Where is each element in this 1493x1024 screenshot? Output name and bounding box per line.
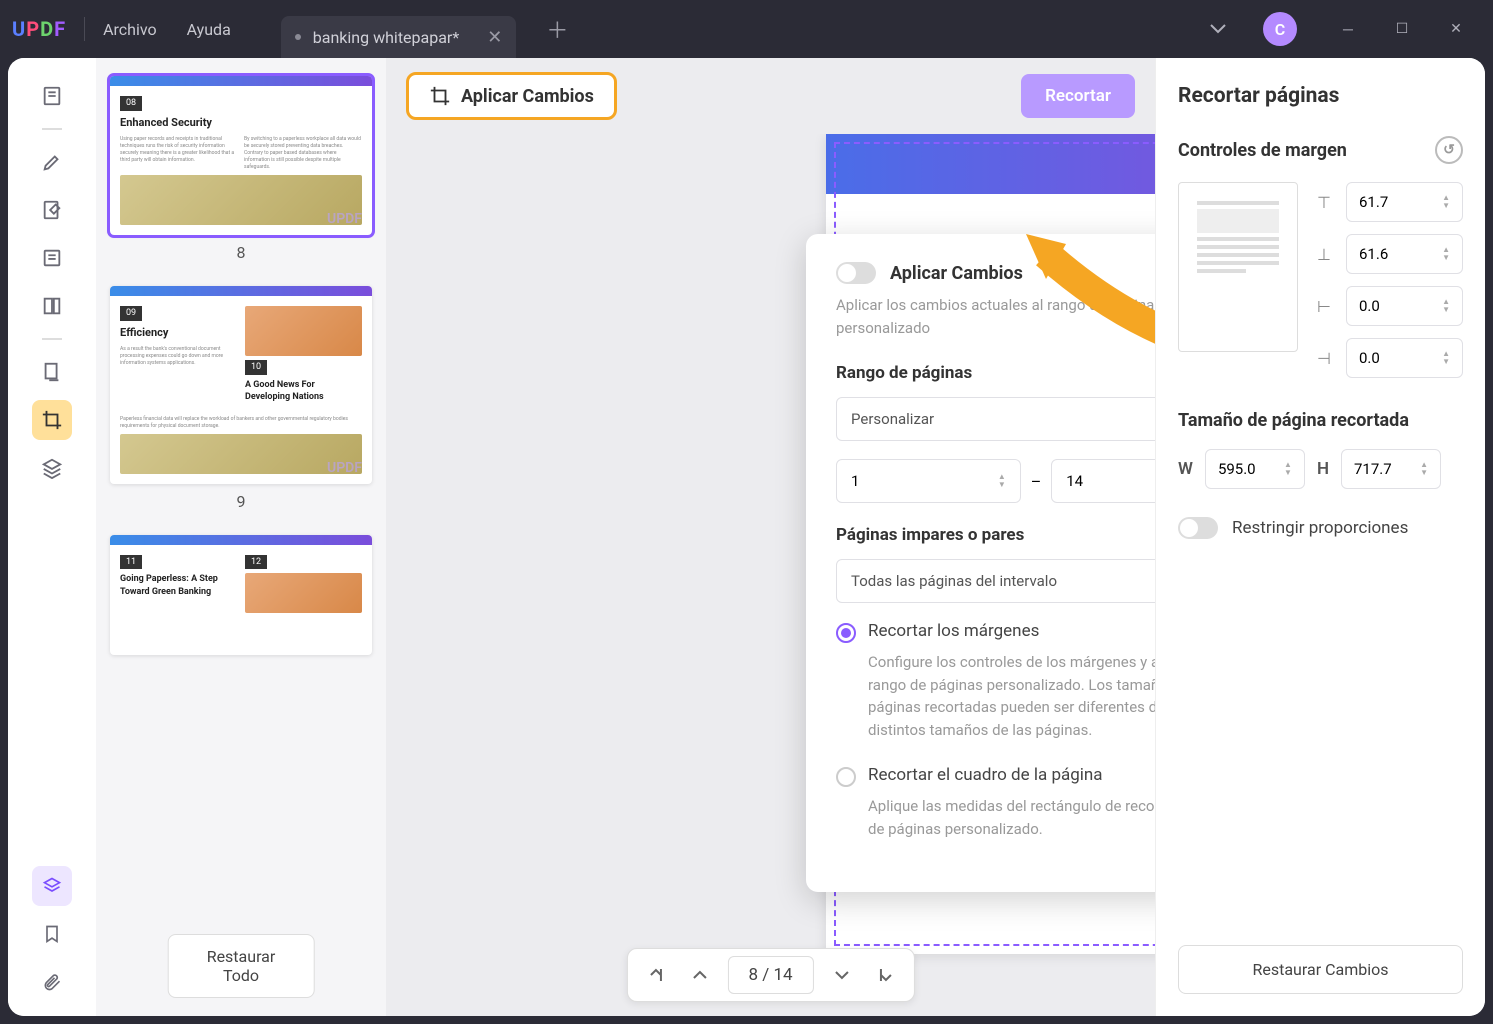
margins-label: Controles de margen — [1178, 140, 1347, 161]
apply-changes-button[interactable]: Aplicar Cambios — [406, 72, 617, 120]
apply-toggle[interactable] — [836, 262, 876, 284]
odd-even-label: Páginas impares o pares — [836, 525, 1155, 545]
chevron-down-icon[interactable] — [1199, 10, 1237, 48]
radio-icon — [836, 767, 856, 787]
apply-label: Aplicar Cambios — [461, 86, 594, 107]
range-select[interactable]: Personalizar ▾ — [836, 397, 1155, 441]
tab-title: banking whitepapar* — [313, 28, 459, 47]
extract-icon[interactable] — [32, 352, 72, 392]
margin-left-icon: ⊢ — [1312, 297, 1336, 316]
maximize-icon[interactable]: ☐ — [1377, 10, 1427, 48]
radio-icon — [836, 623, 856, 643]
margin-bottom-input[interactable]: 61.6▲▼ — [1346, 234, 1463, 274]
margin-right-input[interactable]: 0.0▲▼ — [1346, 338, 1463, 378]
height-label: H — [1317, 459, 1329, 479]
thumbnail-panel: 08 Enhanced Security Using paper records… — [96, 58, 386, 1016]
page-counter[interactable]: 8 / 14 — [727, 956, 813, 994]
layers-icon[interactable] — [32, 448, 72, 488]
last-page-icon[interactable] — [864, 955, 908, 995]
radio-desc: Aplique las medidas del rectángulo de re… — [868, 795, 1155, 840]
page-tag: 08 — [120, 96, 142, 111]
page-tag: 12 — [245, 555, 267, 570]
margin-preview — [1178, 182, 1298, 352]
tab-indicator-icon — [295, 34, 301, 40]
thumb-title: A Good News For Developing Nations — [245, 379, 362, 404]
page-tag: 11 — [120, 555, 142, 570]
apply-changes-popup: Aplicar Cambios Aplicar los cambios actu… — [806, 234, 1155, 892]
edit-icon[interactable] — [32, 190, 72, 230]
document-tab[interactable]: banking whitepapar* ✕ — [281, 16, 517, 58]
left-rail — [8, 58, 96, 1016]
width-label: W — [1178, 459, 1193, 479]
page-navigator: 8 / 14 — [626, 948, 914, 1002]
odd-even-select[interactable]: Todas las páginas del intervalo ▾ — [836, 559, 1155, 603]
popup-desc: Aplicar los cambios actuales al rango de… — [836, 294, 1155, 339]
attachment-icon[interactable] — [32, 962, 72, 1002]
range-to-input[interactable]: 14▲▼ — [1051, 459, 1155, 503]
menu-archivo[interactable]: Archivo — [103, 20, 157, 39]
range-dash: – — [1031, 472, 1042, 491]
minimize-icon[interactable]: ─ — [1323, 10, 1373, 48]
bookmark-icon[interactable] — [32, 914, 72, 954]
thumb-title: Efficiency — [120, 325, 237, 340]
stack-icon[interactable] — [32, 866, 72, 906]
thumbnail-page-10[interactable]: 11 Going Paperless: A Step Toward Green … — [110, 535, 372, 655]
thumb-title: Enhanced Security — [120, 115, 362, 130]
add-tab-icon[interactable]: ＋ — [546, 13, 568, 45]
thumb-title: Going Paperless: A Step Toward Green Ban… — [120, 573, 237, 598]
restore-all-button[interactable]: Restaurar Todo — [168, 934, 315, 998]
thumb-number: 8 — [110, 243, 372, 262]
prev-page-icon[interactable] — [677, 955, 721, 995]
restrict-toggle[interactable] — [1178, 517, 1218, 539]
avatar[interactable]: C — [1263, 12, 1297, 46]
margin-top-icon: ⊤ — [1312, 193, 1336, 212]
close-window-icon[interactable]: ✕ — [1431, 10, 1481, 48]
restrict-label: Restringir proporciones — [1232, 518, 1408, 538]
margin-top-input[interactable]: 61.7▲▼ — [1346, 182, 1463, 222]
height-input[interactable]: 717.7▲▼ — [1341, 449, 1441, 489]
radio-crop-box[interactable]: Recortar el cuadro de la página — [836, 765, 1155, 787]
crop-apply-icon — [429, 85, 451, 107]
margin-left-input[interactable]: 0.0▲▼ — [1346, 286, 1463, 326]
thumbnail-page-9[interactable]: 09 Efficiency As a result the bank's con… — [110, 286, 372, 484]
first-page-icon[interactable] — [633, 955, 677, 995]
app-logo: UPDF — [12, 17, 66, 41]
page-tag: 10 — [245, 360, 267, 375]
watermark: UPDF — [327, 211, 362, 227]
next-page-icon[interactable] — [820, 955, 864, 995]
popup-title: Aplicar Cambios — [890, 263, 1023, 284]
reset-icon[interactable]: ↺ — [1435, 136, 1463, 164]
menu-ayuda[interactable]: Ayuda — [187, 20, 231, 39]
panel-title: Recortar páginas — [1178, 84, 1463, 108]
crop-icon[interactable] — [32, 400, 72, 440]
crop-button[interactable]: Recortar — [1021, 74, 1135, 118]
watermark: UPDF — [327, 460, 362, 476]
thumbnail-page-8[interactable]: 08 Enhanced Security Using paper records… — [110, 76, 372, 235]
page-icon[interactable] — [32, 76, 72, 116]
close-icon[interactable]: ✕ — [487, 27, 502, 48]
margin-bottom-icon: ⊥ — [1312, 245, 1336, 264]
radio-crop-margins[interactable]: Recortar los márgenes — [836, 621, 1155, 643]
range-from-input[interactable]: 1▲▼ — [836, 459, 1021, 503]
crop-settings-panel: Recortar páginas Controles de margen ↺ ⊤… — [1155, 58, 1485, 1016]
form-icon[interactable] — [32, 238, 72, 278]
size-label: Tamaño de página recortada — [1178, 410, 1409, 431]
width-input[interactable]: 595.0▲▼ — [1205, 449, 1305, 489]
highlight-icon[interactable] — [32, 142, 72, 182]
organize-icon[interactable] — [32, 286, 72, 326]
radio-desc: Configure los controles de los márgenes … — [868, 651, 1155, 741]
thumb-number: 9 — [110, 492, 372, 511]
range-label: Rango de páginas — [836, 363, 1155, 383]
page-tag: 09 — [120, 306, 142, 321]
margin-right-icon: ⊣ — [1312, 349, 1336, 368]
restore-changes-button[interactable]: Restaurar Cambios — [1178, 945, 1463, 994]
